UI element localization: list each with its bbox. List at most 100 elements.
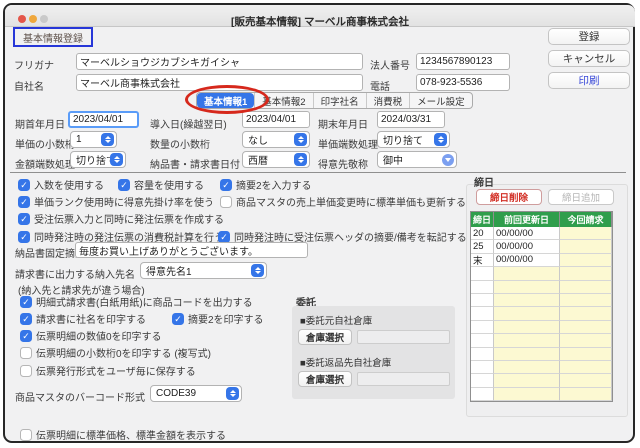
- warehouse-return-field[interactable]: [357, 372, 450, 386]
- checkbox-use-pack-quantity[interactable]: 入数を使用する: [18, 177, 104, 192]
- tab-mail-settings[interactable]: メール設定: [409, 93, 472, 108]
- shimebi-cell-empty[interactable]: [494, 361, 560, 374]
- dropdown-unit-price-decimals[interactable]: 1: [70, 131, 117, 148]
- checkbox-print-zero-decimals-copy-form[interactable]: 伝票明細の小数桁0を印字する (複写式): [20, 345, 211, 360]
- register-button[interactable]: 登録: [548, 28, 630, 45]
- checkbox-print-summary2[interactable]: 摘要2を印字する: [172, 311, 264, 326]
- corporate-number-input[interactable]: [416, 53, 510, 70]
- shimebi-cell-empty[interactable]: [494, 321, 560, 334]
- shimebi-cell[interactable]: 00/00/00: [494, 254, 560, 267]
- shimebi-cell[interactable]: 末: [471, 254, 494, 267]
- checkbox-show-standard-price-in-details[interactable]: 伝票明細に標準価格、標準金額を表示する: [20, 427, 226, 442]
- shimebi-cell-empty[interactable]: [471, 334, 494, 347]
- tab-consumption-tax[interactable]: 消費税: [366, 93, 410, 108]
- phone-input[interactable]: [416, 74, 510, 91]
- shimebi-cell-empty[interactable]: [560, 321, 612, 334]
- shimebi-cell-empty[interactable]: [560, 374, 612, 387]
- column-header: 締日: [471, 212, 494, 227]
- shimebi-cell-empty[interactable]: [560, 281, 612, 294]
- fixed-note-input[interactable]: [75, 242, 308, 258]
- dropdown-customer-honorific[interactable]: 御中: [377, 151, 457, 168]
- closing-day-delete-button[interactable]: 締日削除: [476, 189, 542, 205]
- tab-basic-info-2[interactable]: 基本情報2: [254, 93, 312, 108]
- fiscal-end-input[interactable]: [377, 111, 445, 128]
- shimebi-cell-empty[interactable]: [560, 361, 612, 374]
- warehouse-from-field[interactable]: [357, 330, 450, 344]
- dropdown-barcode-format[interactable]: CODE39: [150, 385, 242, 402]
- column-header: 今回請求: [560, 212, 612, 227]
- shimebi-cell-empty[interactable]: [560, 334, 612, 347]
- checkbox-icon: [18, 196, 30, 208]
- checkbox-save-slip-format-per-user[interactable]: 伝票発行形式をユーザ毎に保存する: [20, 363, 196, 378]
- consignment-from-label: ■委託元自社倉庫: [300, 313, 372, 327]
- checkbox-update-standard-price[interactable]: 商品マスタの売上単価変更時に標準単価も更新する: [220, 194, 466, 209]
- shimebi-cell-empty[interactable]: [471, 374, 494, 387]
- fiscal-start-input[interactable]: [68, 111, 139, 128]
- delivery-name-label: 請求書に出力する納入先名: [15, 266, 135, 281]
- shimebi-cell[interactable]: 25: [471, 240, 494, 253]
- shimebi-cell[interactable]: 20: [471, 227, 494, 240]
- checkbox-icon: [20, 296, 32, 308]
- company-name-input[interactable]: [76, 74, 363, 91]
- shimebi-cell-empty[interactable]: [471, 388, 494, 401]
- shimebi-cell-empty[interactable]: [494, 348, 560, 361]
- shimebi-cell-empty[interactable]: [560, 388, 612, 401]
- tab-basic-info-1[interactable]: 基本情報1: [197, 93, 254, 108]
- shimebi-cell-empty[interactable]: [494, 388, 560, 401]
- tab-print-company-name[interactable]: 印字社名: [313, 93, 366, 108]
- shimebi-cell-empty[interactable]: [471, 361, 494, 374]
- shimebi-cell[interactable]: [560, 227, 612, 240]
- shimebi-cell-empty[interactable]: [494, 334, 560, 347]
- shimebi-cell-empty[interactable]: [471, 294, 494, 307]
- furigana-input[interactable]: [76, 53, 363, 70]
- intro-date-input[interactable]: [242, 111, 310, 128]
- dropdown-document-date-format[interactable]: 西暦: [242, 151, 310, 168]
- shimebi-cell[interactable]: 00/00/00: [494, 240, 560, 253]
- shimebi-cell[interactable]: [560, 240, 612, 253]
- chevron-down-icon: [442, 154, 454, 166]
- dropdown-delivery-name[interactable]: 得意先名1: [140, 262, 267, 279]
- print-button[interactable]: 印刷: [548, 72, 630, 89]
- shimebi-cell-empty[interactable]: [494, 294, 560, 307]
- checkbox-icon: [220, 179, 232, 191]
- shimebi-cell-empty[interactable]: [560, 267, 612, 280]
- checkbox-use-capacity[interactable]: 容量を使用する: [118, 177, 204, 192]
- warehouse-select-button-return[interactable]: 倉庫選択: [298, 371, 352, 387]
- shimebi-cell-empty[interactable]: [471, 281, 494, 294]
- shimebi-cell[interactable]: 00/00/00: [494, 227, 560, 240]
- shimebi-cell[interactable]: [560, 254, 612, 267]
- shimebi-cell-empty[interactable]: [494, 374, 560, 387]
- fiscal-end-label: 期末年月日: [318, 116, 368, 131]
- shimebi-cell-empty[interactable]: [560, 307, 612, 320]
- shimebi-cell-empty[interactable]: [494, 307, 560, 320]
- stepper-icon: [294, 153, 307, 166]
- shimebi-cell-empty[interactable]: [560, 294, 612, 307]
- screenshot-root: [販売基本情報] マーベル商事株式会社 基本情報登録 登録 キャンセル 印刷 フ…: [0, 0, 640, 448]
- shimebi-cell-empty[interactable]: [560, 348, 612, 361]
- checkbox-icon: [172, 313, 184, 325]
- checkbox-print-zero-values[interactable]: 伝票明細の数値0を印字する: [20, 328, 162, 343]
- warehouse-select-button-from[interactable]: 倉庫選択: [298, 329, 352, 345]
- shimebi-cell-empty[interactable]: [471, 307, 494, 320]
- shimebi-cell-empty[interactable]: [494, 267, 560, 280]
- checkbox-icon: [20, 330, 32, 342]
- barcode-format-label: 商品マスタのバーコード形式: [15, 389, 145, 404]
- shimebi-cell-empty[interactable]: [471, 348, 494, 361]
- shimebi-cell-empty[interactable]: [471, 267, 494, 280]
- shimebi-cell-empty[interactable]: [494, 281, 560, 294]
- stepper-icon: [101, 133, 114, 146]
- checkbox-icon: [20, 429, 32, 441]
- checkbox-output-product-code-on-detail-invoice[interactable]: 明細式請求書(白紙用紙)に商品コードを出力する: [20, 294, 253, 309]
- dropdown-unit-price-rounding[interactable]: 切り捨て: [377, 131, 450, 148]
- checkbox-create-po-with-order-entry[interactable]: 受注伝票入力と同時に発注伝票を作成する: [18, 211, 224, 226]
- cancel-button[interactable]: キャンセル: [548, 50, 630, 67]
- closing-day-title: 締日: [474, 174, 494, 189]
- shimebi-cell-empty[interactable]: [471, 321, 494, 334]
- checkbox-icon: [18, 213, 30, 225]
- dropdown-amount-rounding[interactable]: 切り捨て: [70, 151, 126, 168]
- closing-day-add-button[interactable]: 締日追加: [548, 189, 614, 205]
- checkbox-use-customer-rate-for-price-rank[interactable]: 単価ランク使用時に得意先掛け率を使う: [18, 194, 214, 209]
- checkbox-input-summary2[interactable]: 摘要2を入力する: [220, 177, 312, 192]
- dropdown-qty-decimals[interactable]: なし: [242, 131, 310, 148]
- checkbox-print-company-name-on-invoice[interactable]: 請求書に社名を印字する: [20, 311, 146, 326]
